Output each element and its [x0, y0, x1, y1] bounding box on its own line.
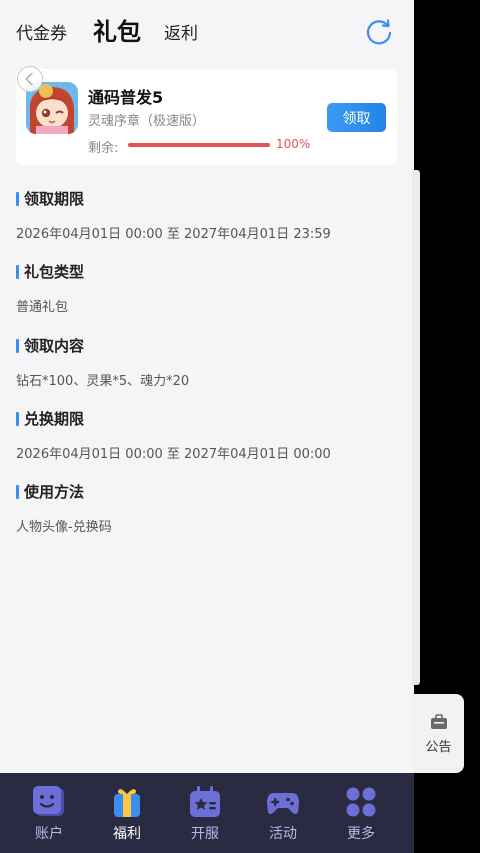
- gift-box-icon: [114, 789, 140, 817]
- notice-button[interactable]: 公告: [413, 694, 464, 773]
- remain-progress-fill: [128, 143, 270, 147]
- section-value: 普通礼包: [16, 300, 69, 315]
- nav-activity[interactable]: 活动: [244, 773, 322, 853]
- section-heading: 领取期限: [16, 188, 406, 210]
- section-gift-type: 礼包类型 普通礼包: [16, 261, 406, 315]
- tab-voucher[interactable]: 代金券: [16, 19, 67, 44]
- refresh-icon[interactable]: [364, 17, 394, 47]
- section-heading: 使用方法: [16, 481, 406, 503]
- gift-card: 通码普发5 灵魂序章（极速版） 剩余: 100% 领取: [16, 69, 397, 165]
- nav-account[interactable]: 账户: [10, 773, 88, 853]
- claim-button[interactable]: 领取: [327, 103, 386, 132]
- remain-progress-bar: [128, 143, 270, 147]
- back-arrow-icon[interactable]: [17, 66, 43, 92]
- section-value: 钻石*100、灵果*5、魂力*20: [16, 374, 190, 389]
- tab-rebate[interactable]: 返利: [164, 19, 198, 44]
- section-usage: 使用方法 人物头像-兑换码: [16, 481, 406, 535]
- section-redeem-period: 兑换期限 2026年04月01日 00:00 至 2027年04月01日 00:…: [16, 408, 406, 462]
- tab-gift[interactable]: 礼包: [93, 12, 141, 47]
- section-contents: 领取内容 钻石*100、灵果*5、魂力*20: [16, 335, 406, 389]
- panel-edge: [412, 170, 420, 685]
- nav-label: 福利: [113, 826, 141, 842]
- nav-more[interactable]: 更多: [322, 773, 400, 853]
- section-value: 2026年04月01日 00:00 至 2027年04月01日 00:00: [16, 447, 331, 462]
- nav-welfare[interactable]: 福利: [88, 773, 166, 853]
- gamepad-icon: [267, 793, 299, 814]
- section-claim-period: 领取期限 2026年04月01日 00:00 至 2027年04月01日 23:…: [16, 188, 406, 242]
- notice-label: 公告: [425, 740, 452, 755]
- top-tabs: 代金券 礼包 返利: [0, 0, 414, 62]
- nav-server-open[interactable]: 开服: [166, 773, 244, 853]
- section-heading: 礼包类型: [16, 261, 406, 283]
- section-value: 人物头像-兑换码: [16, 520, 112, 535]
- section-value: 2026年04月01日 00:00 至 2027年04月01日 23:59: [16, 227, 331, 242]
- grid-more-icon: [346, 787, 376, 817]
- remain-label: 剩余:: [88, 141, 119, 156]
- section-heading: 领取内容: [16, 335, 406, 357]
- nav-label: 更多: [347, 826, 375, 842]
- nav-label: 活动: [269, 826, 297, 842]
- remain-percent: 100%: [276, 137, 311, 151]
- game-name: 灵魂序章（极速版）: [88, 114, 206, 129]
- nav-label: 开服: [191, 826, 219, 842]
- bottom-nav: 账户 福利 开服 活动 更多: [0, 773, 414, 853]
- section-heading: 兑换期限: [16, 408, 406, 430]
- nav-label: 账户: [35, 826, 63, 842]
- briefcase-icon: [431, 714, 447, 729]
- server-open-icon: [190, 786, 220, 817]
- gift-title: 通码普发5: [88, 88, 164, 107]
- account-icon: [33, 786, 64, 816]
